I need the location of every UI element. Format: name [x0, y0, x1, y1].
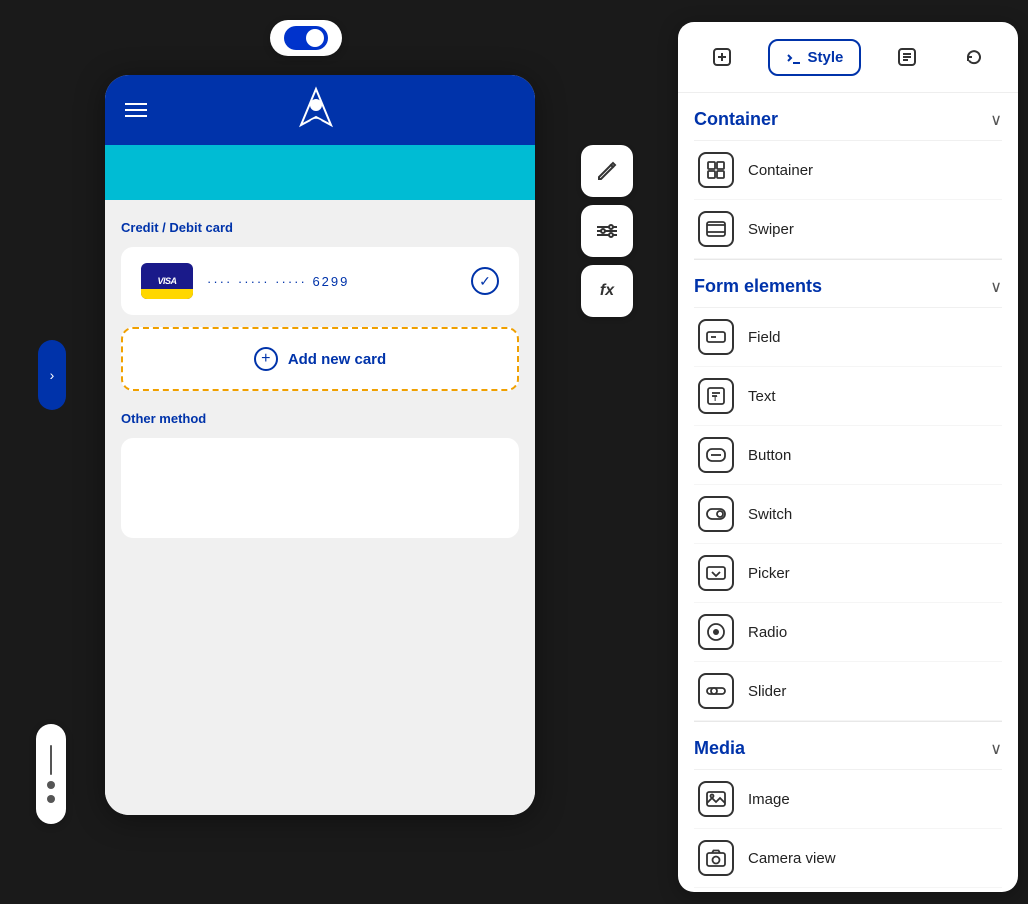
picker-label: Picker — [748, 565, 790, 582]
card-item[interactable]: VISA ···· ····· ····· 6299 ✓ — [121, 247, 519, 315]
field-label: Field — [748, 329, 781, 346]
field-icon — [698, 319, 734, 355]
camera-icon — [698, 840, 734, 876]
left-panel-handle[interactable]: › — [38, 340, 66, 410]
add-card-label: Add new card — [288, 351, 386, 368]
hamburger-icon[interactable] — [125, 103, 147, 117]
radio-item[interactable]: Radio — [694, 603, 1002, 662]
content-panel-button[interactable] — [886, 36, 928, 78]
top-toggle[interactable] — [270, 20, 342, 56]
edit-toolbar-button[interactable] — [581, 145, 633, 197]
card-check-icon: ✓ — [471, 267, 499, 295]
filter-toolbar-button[interactable] — [581, 205, 633, 257]
container-section-title: Container — [694, 109, 778, 130]
image-icon — [698, 781, 734, 817]
phone-navbar — [105, 75, 535, 145]
swiper-item[interactable]: Swiper — [694, 200, 1002, 259]
camera-label: Camera view — [748, 850, 836, 867]
media-section-title: Media — [694, 738, 745, 759]
swiper-label: Swiper — [748, 221, 794, 238]
phone-accent-bar — [105, 145, 535, 200]
scroll-line — [50, 745, 52, 775]
visa-card-icon: VISA — [141, 263, 193, 299]
scroll-dot — [47, 781, 55, 789]
button-icon — [698, 437, 734, 473]
image-item[interactable]: Image — [694, 770, 1002, 829]
credit-section-label: Credit / Debit card — [121, 220, 519, 235]
text-label: Text — [748, 388, 776, 405]
phone-content: Credit / Debit card VISA ···· ····· ····… — [105, 200, 535, 815]
media-chevron-icon: ∨ — [990, 739, 1002, 759]
scroll-dot-2 — [47, 795, 55, 803]
container-label: Container — [748, 162, 813, 179]
picker-item[interactable]: Picker — [694, 544, 1002, 603]
field-item[interactable]: Field — [694, 308, 1002, 367]
radio-label: Radio — [748, 624, 787, 641]
slider-icon — [698, 673, 734, 709]
form-elements-section-header[interactable]: Form elements ∨ — [694, 260, 1002, 308]
map-item[interactable]: Map — [694, 888, 1002, 891]
scroll-indicator — [36, 724, 66, 824]
card-left: VISA ···· ····· ····· 6299 — [141, 263, 349, 299]
picker-icon — [698, 555, 734, 591]
card-number: ···· ····· ····· 6299 — [207, 274, 349, 289]
image-label: Image — [748, 791, 790, 808]
style-label: Style — [808, 49, 844, 66]
container-icon — [698, 152, 734, 188]
camera-item[interactable]: Camera view — [694, 829, 1002, 888]
phone-frame: Credit / Debit card VISA ···· ····· ····… — [105, 75, 535, 815]
panel-top-bar: Style — [678, 22, 1018, 93]
form-elements-chevron-icon: ∨ — [990, 277, 1002, 297]
switch-label: Switch — [748, 506, 792, 523]
container-item[interactable]: Container — [694, 141, 1002, 200]
radio-icon — [698, 614, 734, 650]
switch-item[interactable]: Switch — [694, 485, 1002, 544]
formula-toolbar-button[interactable]: fx — [581, 265, 633, 317]
container-section-header[interactable]: Container ∨ — [694, 93, 1002, 141]
add-panel-button[interactable] — [701, 36, 743, 78]
visa-stripe — [141, 289, 193, 299]
button-label: Button — [748, 447, 791, 464]
panel-body: Container ∨ Container — [678, 93, 1018, 891]
side-toolbar: fx — [581, 145, 633, 317]
slider-item[interactable]: Slider — [694, 662, 1002, 721]
right-panel: Style Container ∨ — [678, 22, 1018, 892]
button-item[interactable]: Button — [694, 426, 1002, 485]
add-icon: + — [254, 347, 278, 371]
chevron-right-icon: › — [50, 367, 55, 383]
switch-icon — [698, 496, 734, 532]
style-panel-button[interactable]: Style — [768, 39, 862, 76]
slider-label: Slider — [748, 683, 786, 700]
form-elements-section-title: Form elements — [694, 276, 822, 297]
toggle-thumb — [306, 29, 324, 47]
swiper-icon — [698, 211, 734, 247]
container-chevron-icon: ∨ — [990, 110, 1002, 130]
media-section-header[interactable]: Media ∨ — [694, 722, 1002, 770]
text-item[interactable]: T Text — [694, 367, 1002, 426]
svg-text:T: T — [713, 396, 718, 403]
other-method-label: Other method — [121, 411, 519, 426]
text-icon: T — [698, 378, 734, 414]
toggle-track[interactable] — [284, 26, 328, 50]
rocket-logo — [291, 85, 341, 135]
formula-icon: fx — [600, 282, 614, 300]
visa-text: VISA — [157, 276, 176, 286]
add-new-card-button[interactable]: + Add new card — [121, 327, 519, 391]
refresh-panel-button[interactable] — [953, 36, 995, 78]
other-method-box — [121, 438, 519, 538]
